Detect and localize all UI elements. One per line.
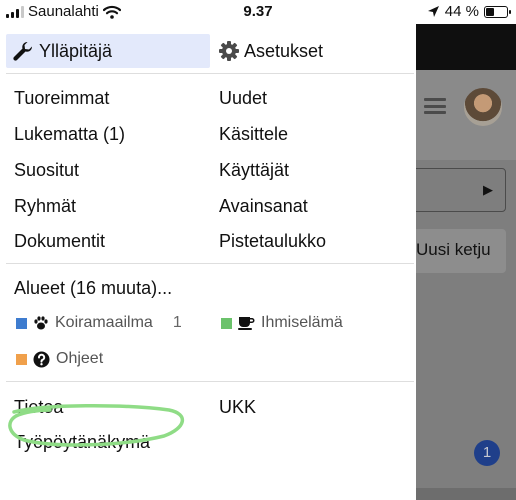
unread-link[interactable]: Lukematta (1) (14, 123, 125, 145)
admin-label: Ylläpitäjä (39, 41, 113, 61)
tags-link[interactable]: Avainsanat (219, 195, 308, 217)
question-circle-icon (33, 351, 50, 367)
review-link[interactable]: Käsittele (219, 123, 288, 145)
background-header (416, 24, 516, 70)
admin-link[interactable]: Ylläpitäjä (6, 34, 210, 68)
background-footer (416, 488, 516, 500)
category-count: 1 (172, 314, 182, 331)
hamburger-menu-panel: Ylläpitäjä Asetukset Tuoreimmat Uudet Lu… (0, 24, 416, 500)
categories-all-link[interactable]: Alueet (16 muuta)... (14, 277, 172, 299)
category-name: Ihmiselämä (261, 314, 343, 331)
hamburger-menu-icon[interactable] (424, 98, 446, 114)
category-dropdown[interactable]: ▶ (416, 168, 506, 212)
category-koiramaailma[interactable]: Koiramaailma 1 (16, 314, 182, 332)
top-link[interactable]: Suositut (14, 159, 79, 181)
category-ihmiselama[interactable]: Ihmiselämä (221, 314, 343, 332)
groups-link[interactable]: Ryhmät (14, 195, 76, 217)
user-avatar[interactable] (462, 86, 504, 128)
category-color-swatch (221, 317, 232, 329)
new-topic-button[interactable]: Uusi ketju (416, 229, 506, 273)
docs-link[interactable]: Dokumentit (14, 230, 105, 252)
leaderboard-link[interactable]: Pistetaulukko (219, 230, 326, 252)
location-arrow-icon (427, 6, 439, 17)
background-page-overlay[interactable]: ▶ Uusi ketju 1 (416, 24, 516, 500)
status-bar: Saunalahti 9.37 44 % (0, 0, 516, 24)
about-link[interactable]: Tietoa (14, 396, 63, 418)
notification-badge[interactable]: 1 (474, 440, 500, 466)
new-topic-label: Uusi ketju (416, 240, 491, 259)
divider (6, 381, 414, 382)
category-ohjeet[interactable]: Ohjeet (16, 350, 103, 368)
divider (6, 73, 414, 74)
category-name: Ohjeet (56, 350, 104, 367)
category-color-swatch (16, 317, 27, 329)
category-name: Koiramaailma (55, 314, 153, 331)
battery-percent: 44 % (444, 3, 479, 20)
status-right: 44 % (427, 3, 511, 20)
gear-icon (219, 41, 239, 61)
caret-right-icon: ▶ (483, 182, 493, 197)
wrench-icon (13, 41, 33, 61)
faq-link[interactable]: UKK (219, 396, 256, 418)
users-link[interactable]: Käyttäjät (219, 159, 289, 181)
divider (6, 263, 414, 264)
new-link[interactable]: Uudet (219, 87, 267, 109)
paw-icon (34, 316, 48, 330)
settings-label: Asetukset (244, 41, 324, 61)
desktop-view-link[interactable]: Työpöytänäkymä (14, 431, 150, 453)
settings-link[interactable]: Asetukset (219, 34, 323, 68)
battery-icon (484, 5, 511, 18)
coffee-icon (238, 317, 255, 330)
category-color-swatch (16, 353, 27, 365)
latest-link[interactable]: Tuoreimmat (14, 87, 109, 109)
